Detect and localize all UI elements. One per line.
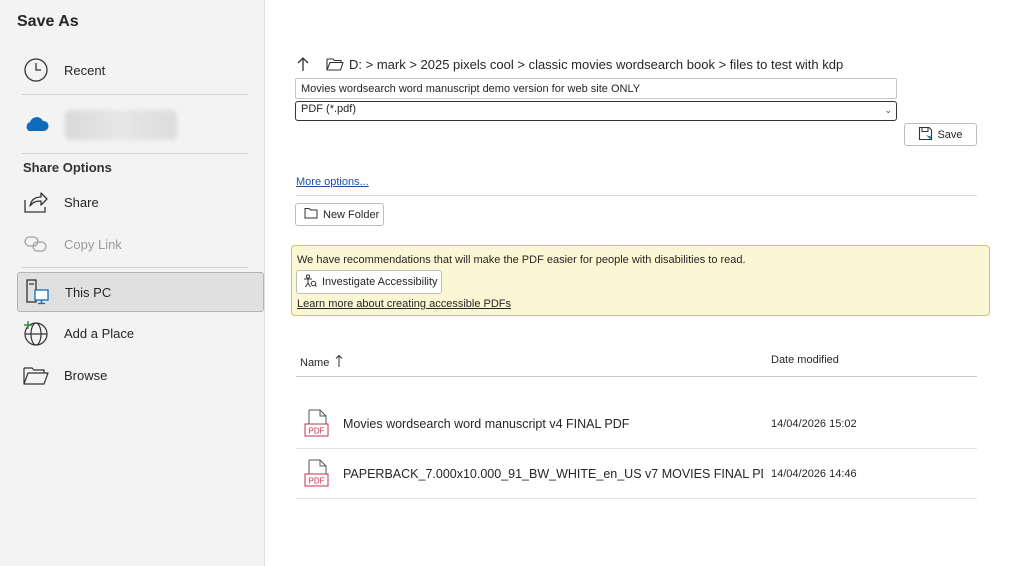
accessibility-info-bar: We have recommendations that will make t…	[291, 245, 990, 316]
pdf-file-icon: PDF	[304, 459, 330, 489]
new-folder-icon	[304, 207, 318, 222]
breadcrumb-path[interactable]: D: > mark > 2025 pixels cool > classic m…	[349, 57, 843, 72]
accessibility-message: We have recommendations that will make t…	[297, 254, 746, 266]
column-header-date-modified[interactable]: Date modified	[771, 354, 839, 366]
svg-text:PDF: PDF	[309, 426, 325, 435]
nav-item-this-pc[interactable]: This PC	[17, 272, 264, 312]
nav-item-label: This PC	[65, 284, 112, 300]
file-row[interactable]: PDF Movies wordsearch word manuscript v4…	[296, 399, 977, 449]
filetype-value: PDF (*.pdf)	[301, 103, 357, 115]
globe-add-icon	[21, 318, 51, 348]
accessibility-icon	[303, 273, 317, 291]
sort-ascending-icon	[335, 354, 343, 371]
nav-item-label: Browse	[64, 367, 108, 383]
chevron-down-icon: ⌄	[884, 105, 892, 115]
column-header-name-label: Name	[300, 356, 330, 369]
filename-input[interactable]	[295, 78, 897, 99]
file-name: PAPERBACK_7.000x10.000_91_BW_WHITE_en_US…	[343, 466, 763, 481]
clock-icon	[21, 55, 51, 85]
navigation-pane: Save As Recent Share Options Share Copy …	[0, 0, 265, 566]
nav-item-label: Copy Link	[64, 236, 122, 252]
filetype-select[interactable]: PDF (*.pdf) ⌄	[295, 101, 897, 121]
divider	[22, 153, 248, 154]
investigate-accessibility-button[interactable]: Investigate Accessibility	[296, 270, 442, 294]
nav-item-label: Recent	[64, 62, 106, 78]
new-folder-button[interactable]: New Folder	[295, 203, 384, 226]
new-folder-label: New Folder	[323, 208, 380, 221]
nav-item-label: Add a Place	[64, 325, 135, 341]
divider	[296, 195, 977, 196]
folder-icon	[326, 57, 344, 71]
section-heading-share-options: Share Options	[23, 160, 112, 175]
nav-item-share[interactable]: Share	[17, 182, 264, 222]
file-name: Movies wordsearch word manuscript v4 FIN…	[343, 416, 630, 431]
computer-icon	[22, 277, 52, 307]
onedrive-cloud-icon	[21, 109, 51, 139]
svg-text:PDF: PDF	[309, 476, 325, 485]
up-arrow-icon[interactable]	[296, 56, 316, 72]
column-header-name[interactable]: Name	[300, 354, 343, 371]
nav-item-add-place[interactable]: Add a Place	[17, 313, 264, 353]
link-icon	[21, 229, 51, 259]
nav-item-recent[interactable]: Recent	[17, 50, 264, 90]
dialog-title: Save As	[17, 13, 79, 30]
nav-item-browse[interactable]: Browse	[17, 355, 264, 395]
onedrive-account-redacted	[65, 110, 177, 140]
more-options-link[interactable]: More options...	[296, 176, 369, 188]
pdf-file-icon: PDF	[304, 409, 330, 439]
divider	[22, 94, 248, 95]
file-row[interactable]: PDF PAPERBACK_7.000x10.000_91_BW_WHITE_e…	[296, 449, 977, 499]
save-button[interactable]: Save	[904, 123, 977, 146]
file-date-modified: 14/04/2026 14:46	[771, 467, 857, 480]
divider	[22, 267, 248, 268]
share-icon	[21, 187, 51, 217]
nav-item-label: Share	[64, 194, 99, 210]
file-date-modified: 14/04/2026 15:02	[771, 417, 857, 430]
open-folder-icon	[21, 360, 51, 390]
accessibility-learn-more-link[interactable]: Learn more about creating accessible PDF…	[297, 298, 511, 310]
divider	[296, 376, 977, 377]
investigate-accessibility-label: Investigate Accessibility	[322, 276, 438, 288]
save-disk-icon	[918, 126, 933, 144]
nav-item-copy-link[interactable]: Copy Link	[17, 224, 264, 264]
breadcrumb: D: > mark > 2025 pixels cool > classic m…	[296, 55, 843, 73]
save-button-label: Save	[937, 128, 963, 141]
